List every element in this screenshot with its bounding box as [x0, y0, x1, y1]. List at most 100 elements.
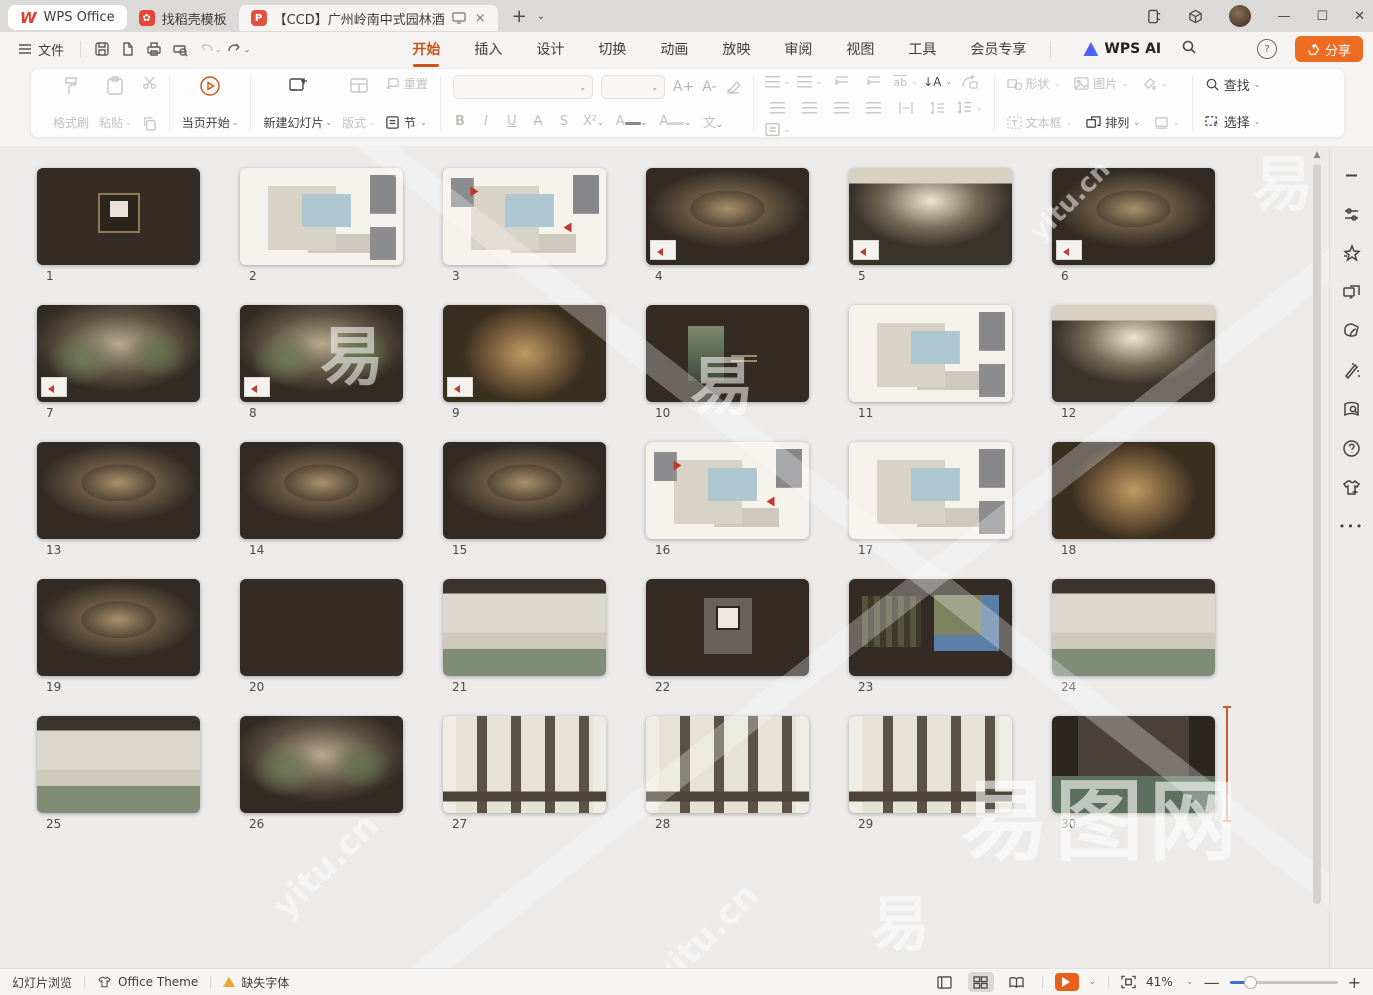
search-icon[interactable] — [1181, 39, 1197, 59]
strikethrough-button[interactable]: A — [531, 114, 545, 129]
undo-chevron-icon[interactable]: ⌄ — [215, 45, 222, 54]
frame-style-button[interactable]: ⌄ — [1154, 115, 1180, 130]
slide-thumbnail[interactable] — [443, 716, 606, 813]
slide-thumbnail[interactable] — [646, 716, 809, 813]
slide-thumbnail[interactable] — [240, 716, 403, 813]
picture-button[interactable]: 图片⌄ — [1074, 75, 1128, 92]
save-button[interactable] — [89, 37, 115, 61]
italic-button[interactable]: I — [479, 114, 493, 129]
select-button[interactable]: 选择⌄ — [1205, 112, 1261, 131]
distribute-icon[interactable] — [898, 101, 914, 115]
magic-wand-icon[interactable] — [1341, 359, 1363, 381]
slide-thumbnail[interactable] — [1052, 716, 1215, 813]
decrease-indent-icon[interactable] — [834, 75, 850, 89]
text-direction-button[interactable]: ↓A⌄ — [923, 75, 952, 89]
text-shadow-button[interactable]: S — [557, 114, 571, 129]
copy-button[interactable] — [142, 116, 157, 131]
slide-thumbnail[interactable] — [1052, 305, 1215, 402]
align-center-icon[interactable] — [802, 102, 817, 114]
fit-window-icon[interactable] — [1121, 975, 1136, 989]
collapse-panel-icon[interactable] — [1341, 164, 1363, 186]
find-button[interactable]: 查找⌄ — [1205, 75, 1261, 94]
tab-animation[interactable]: 动画 — [658, 33, 690, 65]
cut-button[interactable] — [142, 75, 157, 90]
bullets-button[interactable]: ⌄ — [765, 76, 791, 88]
slide-thumbnail[interactable] — [1052, 168, 1215, 265]
print-preview-button[interactable] — [167, 37, 193, 61]
normal-view-button[interactable] — [932, 972, 958, 992]
slide-thumbnail[interactable] — [37, 579, 200, 676]
highlight-button[interactable]: A⌄ — [659, 114, 691, 129]
share-button[interactable]: 分享 — [1295, 36, 1363, 62]
superscript-button[interactable]: X²⌄ — [583, 114, 604, 129]
line-spacing-button[interactable]: ⌄ — [957, 100, 983, 115]
effects-star-icon[interactable] — [1341, 242, 1363, 264]
smartart-convert-icon[interactable] — [961, 74, 978, 89]
slide-thumbnail[interactable] — [1052, 442, 1215, 539]
slide-thumbnail[interactable] — [849, 305, 1012, 402]
slide-thumbnail[interactable] — [646, 305, 809, 402]
workspace-cube-icon[interactable] — [1188, 9, 1203, 24]
slide-thumbnail[interactable] — [443, 168, 606, 265]
zoom-out-button[interactable]: — — [1204, 973, 1220, 992]
tab-docer-templates[interactable]: ✿ 找稻壳模板 — [127, 5, 239, 31]
tab-insert[interactable]: 插入 — [472, 33, 504, 65]
slide-thumbnail[interactable] — [849, 579, 1012, 676]
slide-thumbnail[interactable] — [37, 305, 200, 402]
slide-thumbnail[interactable] — [37, 716, 200, 813]
slide-thumbnail[interactable] — [646, 168, 809, 265]
zoom-level-label[interactable]: 41% — [1146, 975, 1176, 989]
font-name-select[interactable]: ⌄ — [453, 75, 593, 99]
slide-thumbnail[interactable] — [37, 442, 200, 539]
font-color-button[interactable]: A⌄ — [616, 114, 648, 129]
vertical-align-button[interactable]: ⌄ — [765, 122, 791, 137]
font-size-select[interactable]: ⌄ — [601, 75, 665, 99]
vertical-scrollbar[interactable]: ▲ — [1311, 150, 1323, 964]
numbering-button[interactable]: ⌄ — [797, 76, 823, 88]
minimize-button[interactable]: — — [1277, 9, 1290, 24]
tab-slideshow[interactable]: 放映 — [720, 33, 752, 65]
design-leaf-icon[interactable] — [1341, 320, 1363, 342]
tab-view[interactable]: 视图 — [844, 33, 876, 65]
file-menu-button[interactable]: 文件 — [10, 40, 72, 59]
help-icon[interactable] — [1341, 437, 1363, 459]
tab-document[interactable]: P 【CCD】广州岭南中式园林酒 × — [239, 5, 498, 31]
slide-thumbnail[interactable] — [849, 168, 1012, 265]
close-window-button[interactable]: ✕ — [1354, 9, 1365, 24]
tab-list-chevron-icon[interactable]: ⌄ — [537, 11, 545, 22]
skin-theme-icon[interactable] — [1341, 476, 1363, 498]
textbox-button[interactable]: 文本框⌄ — [1007, 114, 1073, 131]
new-tab-button[interactable]: + — [512, 6, 527, 27]
slide-thumbnail[interactable] — [646, 579, 809, 676]
zoom-in-button[interactable]: + — [1348, 973, 1361, 992]
row-spacing-icon[interactable] — [930, 101, 946, 115]
zoom-slider[interactable] — [1230, 981, 1338, 984]
character-spacing-button[interactable]: ab⌄ — [893, 75, 917, 89]
zoom-slider-knob[interactable] — [1244, 976, 1257, 989]
bold-button[interactable]: B — [453, 114, 467, 129]
arrange-button[interactable]: 排列⌄ — [1086, 114, 1140, 131]
slide-thumbnail[interactable] — [240, 305, 403, 402]
shapes-button[interactable]: 形状⌄ — [1007, 75, 1061, 92]
slide-thumbnail[interactable] — [240, 442, 403, 539]
doc-search-icon[interactable] — [1341, 398, 1363, 420]
properties-icon[interactable] — [1341, 203, 1363, 225]
close-tab-icon[interactable]: × — [475, 11, 486, 26]
reset-button[interactable]: 重置 — [385, 75, 428, 92]
slide-thumbnail[interactable] — [443, 579, 606, 676]
slide-thumbnail[interactable] — [646, 442, 809, 539]
scroll-up-icon[interactable]: ▲ — [1311, 150, 1323, 160]
tab-review[interactable]: 审阅 — [782, 33, 814, 65]
justify-icon[interactable] — [866, 102, 881, 114]
tab-member[interactable]: 会员专享 — [968, 33, 1028, 65]
phonetic-guide-button[interactable]: 文⌄ — [703, 112, 723, 131]
tab-design[interactable]: 设计 — [534, 33, 566, 65]
clear-format-icon[interactable] — [725, 79, 741, 95]
scrollbar-thumb[interactable] — [1313, 164, 1321, 904]
export-button[interactable] — [115, 37, 141, 61]
assistant-icon[interactable]: ? — [1257, 39, 1277, 59]
layout-button[interactable]: 版式⌄ — [342, 75, 375, 131]
transition-icon[interactable] — [1341, 281, 1363, 303]
slideshow-play-button[interactable] — [1055, 973, 1079, 991]
paste-button[interactable]: 粘贴⌄ — [99, 75, 132, 131]
